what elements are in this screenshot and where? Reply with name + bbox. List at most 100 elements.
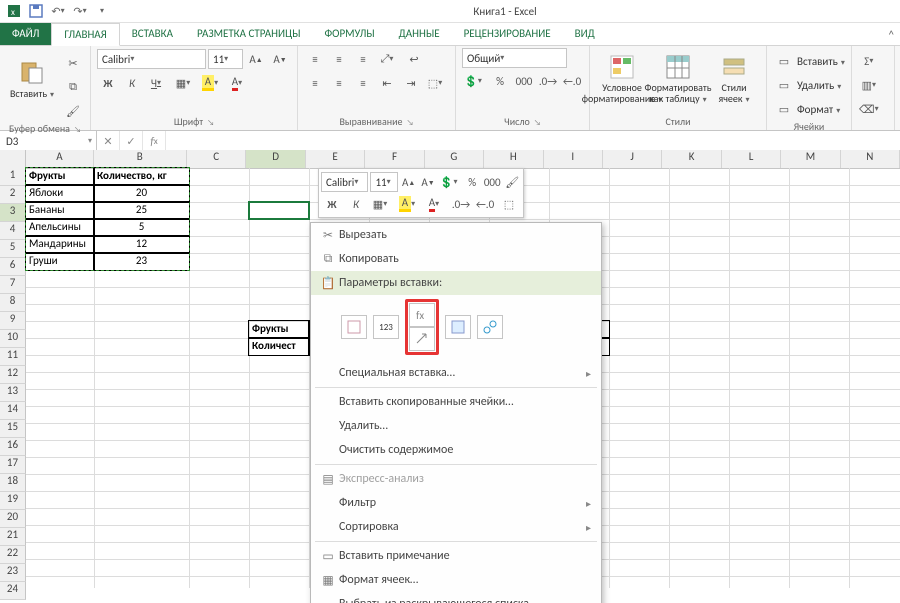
mini-bold[interactable]: Ж: [321, 193, 343, 215]
border-button[interactable]: ▦: [172, 72, 197, 94]
indent-dec-button[interactable]: ⇤: [376, 72, 398, 94]
mini-inc-dec[interactable]: .0→: [450, 193, 472, 215]
cut-button[interactable]: ✂: [62, 52, 84, 74]
fill-color-button[interactable]: A: [199, 72, 224, 94]
row-19[interactable]: 19: [0, 492, 26, 510]
cells-insert-button[interactable]: Вставить: [797, 55, 845, 68]
cell[interactable]: Количест: [249, 338, 309, 355]
undo-icon[interactable]: ↶▾: [50, 3, 66, 19]
tab-file[interactable]: ФАЙЛ: [0, 23, 51, 45]
wrap-text-button[interactable]: ↩: [403, 48, 425, 70]
inc-decimal-button[interactable]: .0→: [537, 70, 559, 92]
row-1[interactable]: 1: [0, 168, 26, 186]
paste-values-icon[interactable]: 123: [373, 315, 399, 339]
mini-border[interactable]: ▦: [369, 193, 394, 215]
mini-percent[interactable]: %: [463, 171, 480, 193]
fx-cancel-icon[interactable]: ✕: [97, 131, 120, 151]
underline-button[interactable]: Ч: [145, 72, 170, 94]
row-21[interactable]: 21: [0, 528, 26, 546]
row-2[interactable]: 2: [0, 186, 26, 204]
row-23[interactable]: 23: [0, 564, 26, 582]
mini-italic[interactable]: К: [345, 193, 367, 215]
font-size-select[interactable]: 11: [208, 49, 243, 69]
paste-normal-icon[interactable]: [341, 315, 367, 339]
comma-button[interactable]: 000: [513, 70, 535, 92]
ctx-filter[interactable]: Фильтр▸: [311, 491, 601, 515]
align-middle-button[interactable]: ≡: [328, 48, 350, 70]
autosum-button[interactable]: Σ: [858, 50, 883, 72]
col-C[interactable]: C: [187, 150, 246, 168]
ctx-delete[interactable]: Удалить…: [311, 414, 601, 438]
mini-font-color[interactable]: A: [423, 193, 448, 215]
mini-font-name[interactable]: Calibri: [321, 172, 368, 192]
format-painter-button[interactable]: 🖌: [62, 100, 84, 122]
mini-font-size[interactable]: 11: [370, 172, 397, 192]
font-name-select[interactable]: Calibri: [97, 49, 206, 69]
format-as-table-button[interactable]: Форматировать как таблицу: [652, 48, 704, 112]
tab-home[interactable]: ГЛАВНАЯ: [51, 23, 119, 46]
row-6[interactable]: 6: [0, 258, 26, 276]
row-11[interactable]: 11: [0, 348, 26, 366]
formula-input[interactable]: [166, 131, 900, 151]
bold-button[interactable]: Ж: [97, 72, 119, 94]
tab-formulas[interactable]: ФОРМУЛЫ: [312, 23, 386, 45]
ctx-pick-from-list[interactable]: Выбрать из раскрывающегося списка…: [311, 592, 601, 603]
orientation-button[interactable]: ⤢: [376, 48, 401, 70]
merge-button[interactable]: ⬚: [424, 72, 449, 94]
paste-link-icon[interactable]: [477, 315, 503, 339]
paste-transpose-icon[interactable]: [409, 327, 435, 351]
col-J[interactable]: J: [603, 150, 662, 168]
tab-data[interactable]: ДАННЫЕ: [387, 23, 452, 45]
clear-button[interactable]: ⌫: [858, 98, 883, 120]
col-L[interactable]: L: [722, 150, 781, 168]
row-5[interactable]: 5: [0, 240, 26, 258]
row-15[interactable]: 15: [0, 420, 26, 438]
tab-page-layout[interactable]: РАЗМЕТКА СТРАНИЦЫ: [185, 23, 313, 45]
col-D[interactable]: D: [246, 150, 305, 168]
accounting-button[interactable]: 💲: [462, 70, 487, 92]
cells-delete-button[interactable]: Удалить: [797, 79, 841, 92]
percent-button[interactable]: %: [489, 70, 511, 92]
ctx-insert-comment[interactable]: ▭Вставить примечание: [311, 544, 601, 568]
align-bottom-button[interactable]: ≡: [352, 48, 374, 70]
row-20[interactable]: 20: [0, 510, 26, 528]
row-4[interactable]: 4: [0, 222, 26, 240]
row-9[interactable]: 9: [0, 312, 26, 330]
ctx-clear[interactable]: Очистить содержимое: [311, 438, 601, 462]
col-E[interactable]: E: [306, 150, 365, 168]
ctx-cut[interactable]: ✂ Вырезать: [311, 223, 601, 247]
fx-enter-icon[interactable]: ✓: [120, 131, 143, 151]
mini-comma[interactable]: 000: [483, 171, 502, 193]
font-color-button[interactable]: A: [226, 72, 251, 94]
tab-insert[interactable]: ВСТАВКА: [120, 23, 185, 45]
row-18[interactable]: 18: [0, 474, 26, 492]
col-K[interactable]: K: [662, 150, 721, 168]
save-icon[interactable]: [28, 3, 44, 19]
number-format-select[interactable]: Общий: [462, 48, 567, 68]
tab-review[interactable]: РЕЦЕНЗИРОВАНИЕ: [452, 23, 563, 45]
row-22[interactable]: 22: [0, 546, 26, 564]
row-7[interactable]: 7: [0, 276, 26, 294]
row-17[interactable]: 17: [0, 456, 26, 474]
row-16[interactable]: 16: [0, 438, 26, 456]
ctx-copy[interactable]: ⧉ Копировать: [311, 247, 601, 271]
align-left-button[interactable]: ≡: [304, 72, 326, 94]
cell[interactable]: Фрукты: [249, 321, 309, 338]
col-B[interactable]: B: [94, 150, 187, 168]
grow-font-button[interactable]: A▲: [245, 48, 267, 70]
align-center-button[interactable]: ≡: [328, 72, 350, 94]
shrink-font-button[interactable]: A▼: [269, 48, 291, 70]
row-8[interactable]: 8: [0, 294, 26, 312]
tab-view[interactable]: ВИД: [563, 23, 607, 45]
col-M[interactable]: M: [781, 150, 840, 168]
col-G[interactable]: G: [425, 150, 484, 168]
copy-button[interactable]: ⧉: [62, 76, 84, 98]
align-top-button[interactable]: ≡: [304, 48, 326, 70]
ctx-format-cells[interactable]: ▦Формат ячеек…: [311, 568, 601, 592]
redo-icon[interactable]: ↷▾: [72, 3, 88, 19]
row-12[interactable]: 12: [0, 366, 26, 384]
fx-icon[interactable]: fx: [143, 131, 166, 151]
fill-button[interactable]: ▥: [858, 74, 883, 96]
cells-format-button[interactable]: Формат: [797, 103, 840, 116]
indent-inc-button[interactable]: ⇥: [400, 72, 422, 94]
